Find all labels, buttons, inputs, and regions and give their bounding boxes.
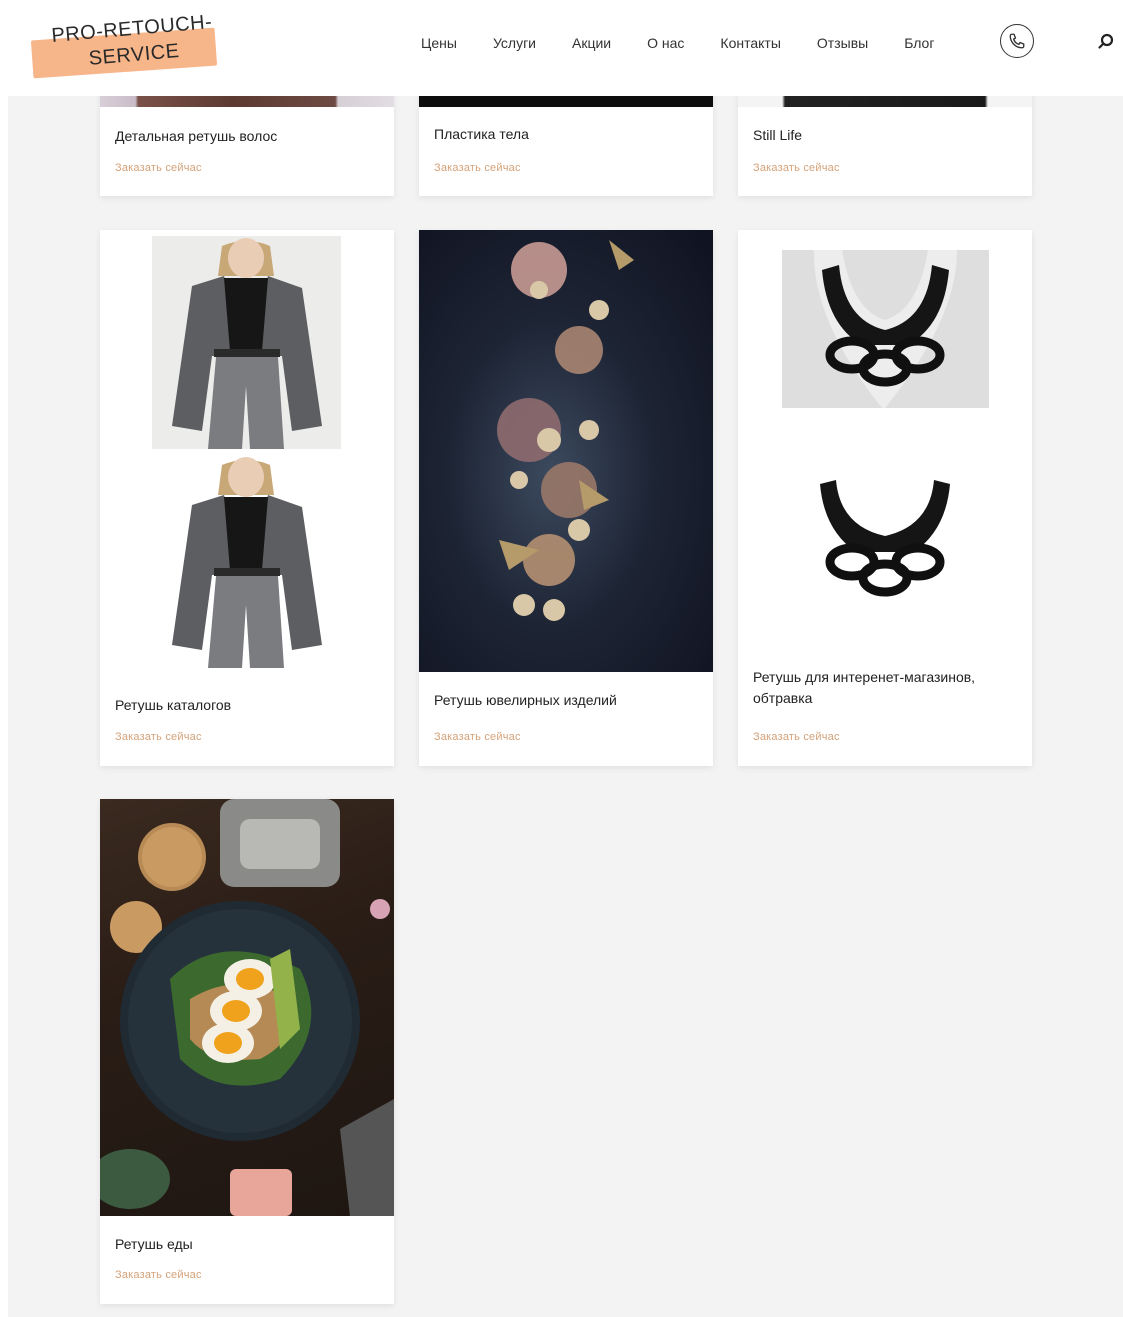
nav-item-contacts[interactable]: Контакты bbox=[720, 34, 780, 52]
necklace-image-before bbox=[782, 250, 989, 408]
main-nav: Цены Услуги Акции О нас Контакты Отзывы … bbox=[421, 34, 970, 52]
order-now-link[interactable]: Заказать сейчас bbox=[434, 731, 521, 743]
card-title: Ретушь ювелирных изделий bbox=[434, 692, 617, 708]
search-icon[interactable] bbox=[1096, 32, 1116, 52]
service-card-catalogs[interactable]: Ретушь каталогов Заказать сейчас bbox=[100, 230, 394, 766]
nav-item-services[interactable]: Услуги bbox=[493, 34, 536, 52]
site-header: PRO-RETOUCH- SERVICE Цены Услуги Акции О… bbox=[0, 0, 1123, 96]
nav-item-reviews[interactable]: Отзывы bbox=[817, 34, 868, 52]
phone-icon[interactable] bbox=[1000, 24, 1034, 58]
catalog-image-after bbox=[152, 457, 341, 668]
necklace-image-after bbox=[810, 470, 960, 610]
food-image bbox=[100, 799, 394, 1216]
service-card-food[interactable]: Ретушь еды Заказать сейчас bbox=[100, 799, 394, 1304]
nav-item-blog[interactable]: Блог bbox=[904, 34, 934, 52]
order-now-link[interactable]: Заказать сейчас bbox=[115, 162, 202, 174]
card-title: Ретушь для интеренет-магазинов, обтравка bbox=[753, 669, 976, 706]
nav-item-about[interactable]: О нас bbox=[647, 34, 684, 52]
card-title: Детальная ретушь волос bbox=[115, 128, 278, 144]
card-title: Пластика тела bbox=[434, 126, 529, 142]
logo[interactable]: PRO-RETOUCH- SERVICE bbox=[28, 11, 228, 79]
catalog-image-before bbox=[152, 236, 341, 449]
jewelry-image bbox=[419, 230, 713, 672]
card-title: Still Life bbox=[753, 127, 803, 143]
card-title: Ретушь еды bbox=[115, 1236, 193, 1252]
service-card-jewelry[interactable]: Ретушь ювелирных изделий Заказать сейчас bbox=[419, 230, 713, 766]
nav-item-promotions[interactable]: Акции bbox=[572, 34, 611, 52]
order-now-link[interactable]: Заказать сейчас bbox=[115, 1269, 202, 1281]
card-title: Ретушь каталогов bbox=[115, 697, 232, 713]
order-now-link[interactable]: Заказать сейчас bbox=[434, 162, 521, 174]
order-now-link[interactable]: Заказать сейчас bbox=[753, 162, 840, 174]
order-now-link[interactable]: Заказать сейчас bbox=[115, 731, 202, 743]
service-card-ecommerce[interactable]: Ретушь для интеренет-магазинов, обтравка… bbox=[738, 230, 1032, 766]
nav-item-prices[interactable]: Цены bbox=[421, 34, 457, 52]
order-now-link[interactable]: Заказать сейчас bbox=[753, 731, 840, 743]
